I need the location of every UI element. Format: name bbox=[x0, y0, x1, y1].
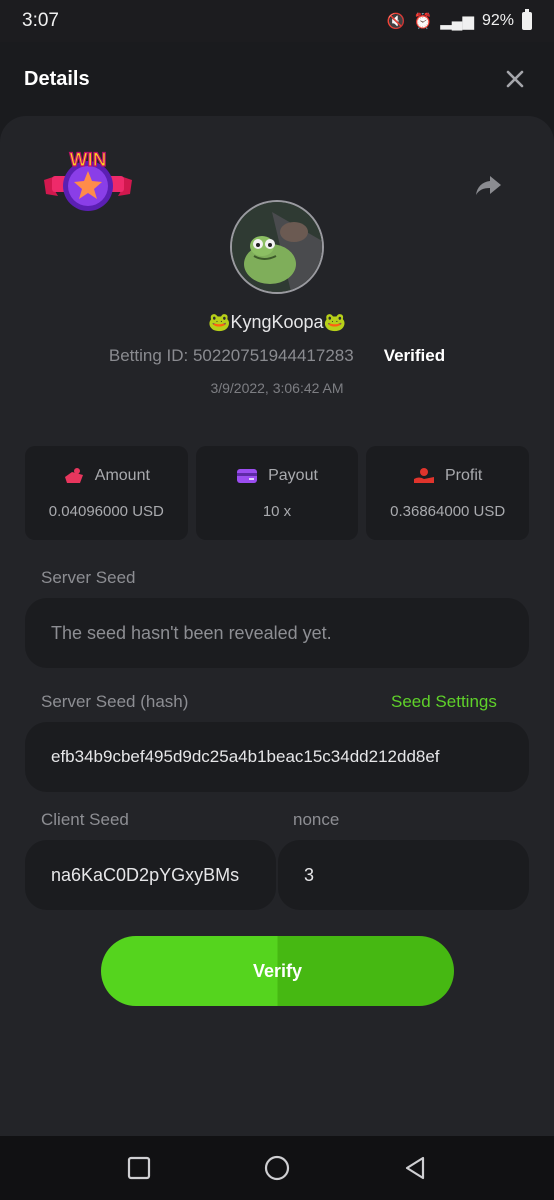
home-icon bbox=[264, 1155, 290, 1181]
server-seed-label: Server Seed bbox=[41, 568, 136, 587]
stat-value: 0.36864000 USD bbox=[390, 502, 506, 520]
seed-settings-link[interactable]: Seed Settings bbox=[391, 692, 497, 712]
back-icon bbox=[405, 1156, 425, 1180]
details-panel: WIN 🐸KyngKoopa🐸 Betting ID: 502207519444… bbox=[0, 116, 554, 1136]
nonce-label: nonce bbox=[293, 810, 340, 829]
alarm-icon: ⏰ bbox=[413, 13, 433, 30]
client-seed-field[interactable]: na6KaC0D2pYGxyBMs bbox=[25, 840, 276, 910]
verify-button[interactable]: Verify bbox=[101, 936, 454, 1006]
header: Details bbox=[0, 42, 554, 116]
stat-label: Payout bbox=[268, 466, 318, 484]
back-button[interactable] bbox=[395, 1148, 435, 1188]
close-icon bbox=[506, 70, 524, 88]
stat-card-amount: Amount 0.04096000 USD bbox=[25, 446, 188, 540]
stat-value: 10 x bbox=[262, 502, 292, 520]
stat-label: Amount bbox=[94, 466, 150, 484]
stat-head: Payout bbox=[236, 467, 318, 485]
username: 🐸KyngKoopa🐸 bbox=[208, 312, 346, 332]
recents-icon bbox=[127, 1156, 151, 1180]
server-seed-hash-field[interactable]: efb34b9cbef495d9dc25a4b1beac15c34dd212dd… bbox=[25, 722, 529, 792]
verified-badge: Verified bbox=[383, 346, 446, 365]
home-button[interactable] bbox=[257, 1148, 297, 1188]
status-bar: 3:07 🔇 ⏰ ▂▄▆ 92% bbox=[0, 0, 554, 42]
server-seed-hash-label: Server Seed (hash) bbox=[41, 692, 189, 711]
nonce-field[interactable]: 3 bbox=[278, 840, 529, 910]
system-nav-bar bbox=[0, 1136, 554, 1200]
share-icon bbox=[476, 176, 501, 195]
betting-id: Betting ID: 50220751944417283 bbox=[108, 346, 354, 365]
stats-row: Amount 0.04096000 USD Payout 10 x Profit… bbox=[25, 446, 530, 540]
close-button[interactable] bbox=[500, 64, 530, 94]
stat-card-payout: Payout 10 x bbox=[195, 446, 359, 540]
mute-icon: 🔇 bbox=[386, 13, 406, 30]
amount-icon bbox=[64, 467, 83, 483]
status-time: 3:07 bbox=[22, 10, 59, 31]
win-badge-icon: WIN bbox=[44, 149, 132, 211]
battery-icon bbox=[522, 9, 532, 30]
stat-value: 0.04096000 USD bbox=[48, 502, 164, 520]
stat-card-profit: Profit 0.36864000 USD bbox=[366, 446, 530, 540]
battery-percent: 92% bbox=[481, 12, 514, 29]
betting-row: Betting ID: 50220751944417283 Verified bbox=[0, 346, 554, 366]
avatar-image bbox=[232, 202, 322, 292]
share-button[interactable] bbox=[474, 170, 504, 200]
bet-timestamp: 3/9/2022, 3:06:42 AM bbox=[210, 380, 344, 396]
payout-icon bbox=[237, 468, 258, 483]
avatar bbox=[230, 200, 324, 294]
profit-icon bbox=[414, 467, 434, 483]
server-seed-field[interactable]: The seed hasn't been revealed yet. bbox=[25, 598, 529, 668]
status-icons: 🔇 ⏰ ▂▄▆ 92% bbox=[386, 9, 532, 30]
recents-button[interactable] bbox=[119, 1148, 159, 1188]
stat-head: Amount bbox=[63, 467, 150, 485]
page-title: Details bbox=[24, 67, 90, 90]
stat-head: Profit bbox=[413, 467, 482, 485]
signal-icon: ▂▄▆ bbox=[440, 13, 474, 30]
win-badge-text: WIN bbox=[70, 150, 107, 171]
stat-label: Profit bbox=[445, 466, 483, 484]
client-seed-label: Client Seed bbox=[41, 810, 129, 829]
